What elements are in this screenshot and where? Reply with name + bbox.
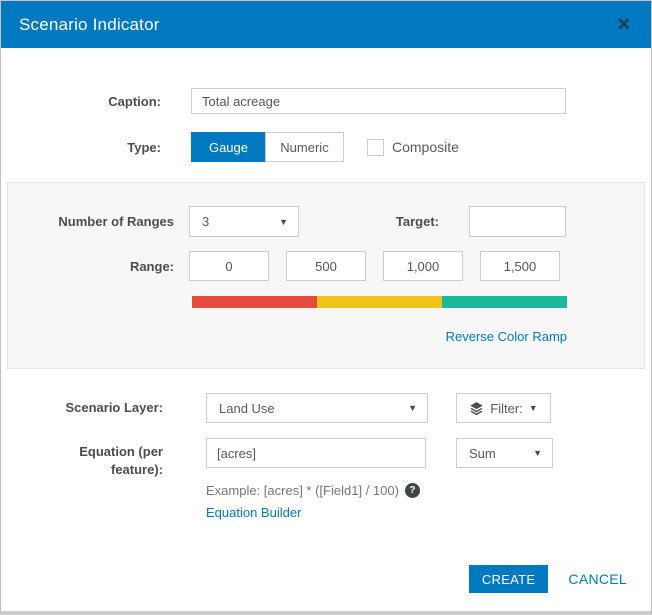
range-label: Range: (129, 258, 174, 274)
color-ramp (192, 296, 567, 308)
ranges-panel: Number of Ranges 3 ▼ Target: Range: Reve… (7, 182, 645, 369)
cancel-button[interactable]: CANCEL (568, 571, 627, 587)
caption-label: Caption: (108, 93, 161, 109)
equation-row: Equation (per feature): Sum ▼ (1, 438, 651, 478)
type-toggle: Gauge Numeric (191, 132, 344, 162)
chevron-down-icon: ▼ (528, 403, 538, 413)
filter-button[interactable]: Filter: ▼ (456, 393, 551, 423)
layers-icon (469, 401, 484, 416)
ramp-segment-yellow (317, 296, 442, 308)
scenario-layer-value: Land Use (219, 400, 275, 416)
reverse-color-ramp-link[interactable]: Reverse Color Ramp (446, 329, 567, 344)
caption-input[interactable] (191, 88, 566, 114)
range-input-3[interactable] (383, 251, 463, 281)
equation-builder-row: Equation Builder (206, 504, 651, 522)
range-input-2[interactable] (286, 251, 366, 281)
composite-checkbox[interactable] (367, 138, 384, 156)
scenario-layer-label: Scenario Layer: (65, 400, 163, 416)
equation-example-row: Example: [acres] * ([Field1] / 100) ? (206, 483, 651, 499)
type-option-numeric[interactable]: Numeric (265, 132, 344, 162)
ramp-segment-teal (442, 296, 567, 308)
range-input-4[interactable] (480, 251, 560, 281)
type-option-gauge[interactable]: Gauge (191, 132, 265, 162)
number-of-ranges-select[interactable]: 3 ▼ (189, 206, 299, 237)
create-button[interactable]: CREATE (468, 565, 549, 593)
dialog-title: Scenario Indicator (19, 14, 160, 34)
target-label: Target: (395, 214, 439, 229)
caption-row: Caption: (1, 88, 651, 114)
chevron-down-icon: ▼ (533, 448, 542, 458)
number-of-ranges-label: Number of Ranges (58, 214, 174, 229)
ramp-segment-red (192, 296, 317, 308)
scenario-layer-select[interactable]: Land Use ▼ (206, 393, 428, 423)
chevron-down-icon: ▼ (408, 403, 417, 413)
range-row: Range: (8, 251, 644, 281)
equation-label: Equation (per feature): (1, 438, 163, 478)
equation-input[interactable] (206, 438, 426, 468)
equation-label-line1: Equation (per (79, 444, 163, 459)
reverse-row: Reverse Color Ramp (192, 328, 567, 346)
composite-label: Composite (392, 139, 459, 155)
chevron-down-icon: ▼ (279, 216, 288, 227)
target-input[interactable] (469, 206, 566, 237)
number-of-ranges-value: 3 (202, 214, 210, 229)
equation-label-line2: feature): (110, 461, 163, 477)
filter-label: Filter: (490, 400, 523, 416)
aggregation-select[interactable]: Sum ▼ (456, 438, 553, 468)
close-icon[interactable]: ✕ (617, 16, 631, 33)
dialog-footer: CREATE CANCEL (468, 565, 627, 593)
equation-builder-link[interactable]: Equation Builder (206, 505, 301, 520)
scenario-indicator-dialog: Scenario Indicator ✕ Caption: Type: Gaug… (0, 0, 652, 615)
aggregation-value: Sum (469, 445, 496, 461)
type-label: Type: (127, 139, 161, 155)
help-icon[interactable]: ? (404, 483, 420, 499)
equation-example-text: Example: [acres] * ([Field1] / 100) (206, 483, 399, 499)
number-of-ranges-row: Number of Ranges 3 ▼ Target: (8, 206, 644, 237)
range-input-1[interactable] (189, 251, 269, 281)
dialog-header: Scenario Indicator ✕ (1, 1, 651, 48)
scenario-layer-row: Scenario Layer: Land Use ▼ Filter: ▼ (1, 393, 651, 423)
type-row: Type: Gauge Numeric Composite (1, 132, 651, 162)
